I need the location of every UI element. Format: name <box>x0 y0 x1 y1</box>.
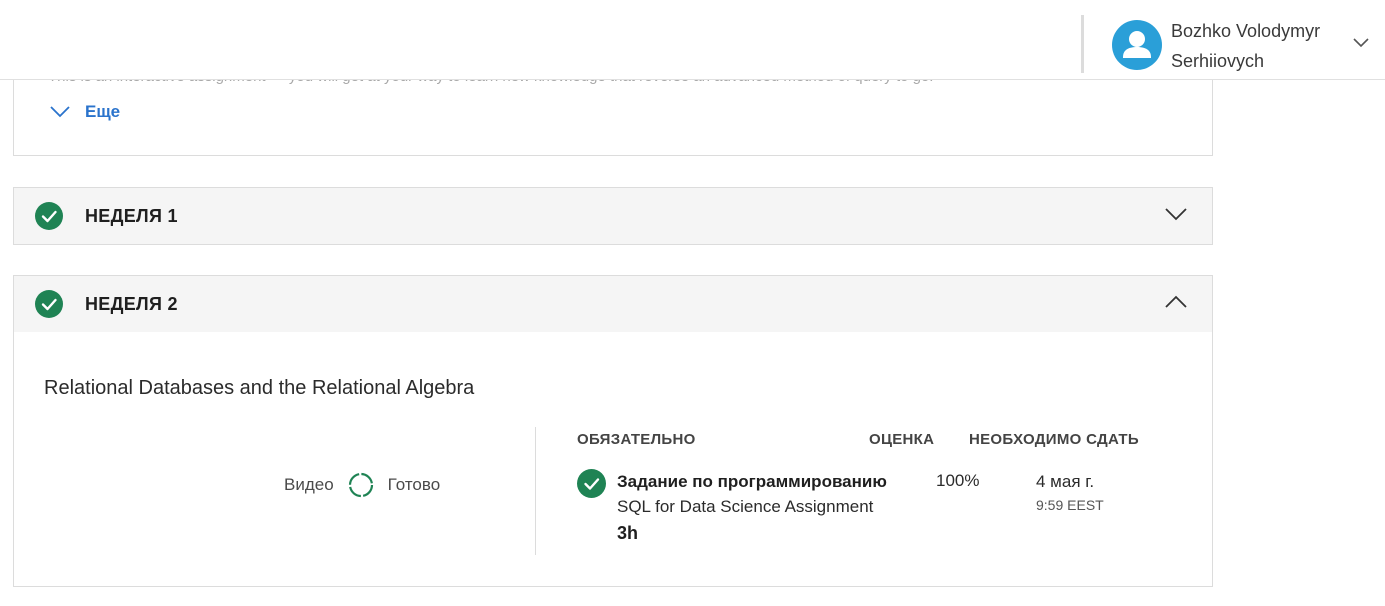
progress-left-label: Видео <box>284 475 334 494</box>
user-name[interactable]: Bozhko Volodymyr Serhiiovych <box>1171 16 1341 76</box>
assignment-name[interactable]: SQL for Data Science Assignment <box>617 497 873 517</box>
assignment-duration: 3h <box>617 523 639 543</box>
check-circle-icon <box>577 469 606 498</box>
show-more-label[interactable]: Еще <box>85 102 120 122</box>
week-1-header[interactable]: НЕДЕЛЯ 1 <box>14 188 1212 244</box>
week-1-section: НЕДЕЛЯ 1 <box>13 187 1213 245</box>
week-2-title[interactable]: НЕДЕЛЯ 2 <box>85 294 178 315</box>
week-2-header[interactable]: НЕДЕЛЯ 2 <box>14 276 1212 332</box>
top-header: Bozhko Volodymyr Serhiiovych <box>0 0 1385 80</box>
lesson-progress: Видео Готово <box>284 472 440 498</box>
assignment-type[interactable]: Задание по программированию <box>617 472 887 492</box>
week-2-section: НЕДЕЛЯ 2 Relational Databases and the Re… <box>13 275 1213 587</box>
week-2-body: Relational Databases and the Relational … <box>14 332 1212 586</box>
chevron-down-icon <box>50 106 70 118</box>
assignment-grade: 100% <box>936 471 980 490</box>
assignment-due-time: 9:59 EEST <box>1036 497 1104 513</box>
avatar[interactable] <box>1112 20 1162 70</box>
column-header-required: ОБЯЗАТЕЛЬНО <box>577 431 696 448</box>
week-1-title[interactable]: НЕДЕЛЯ 1 <box>85 206 178 227</box>
show-more-link[interactable]: Еще <box>49 101 120 123</box>
column-header-due: НЕОБХОДИМО СДАТЬ <box>969 431 1139 448</box>
column-header-grade: ОЦЕНКА <box>869 431 935 448</box>
progress-ring-icon <box>348 472 373 498</box>
chevron-down-icon[interactable] <box>1353 38 1369 48</box>
check-circle-icon <box>35 202 63 230</box>
chevron-down-icon[interactable] <box>1164 206 1188 222</box>
header-divider <box>1081 15 1084 73</box>
progress-right-label: Готово <box>387 475 441 494</box>
assignment-due-date: 4 мая г. <box>1036 472 1095 491</box>
check-circle-icon <box>35 290 63 318</box>
lesson-title[interactable]: Relational Databases and the Relational … <box>44 377 474 400</box>
user-menu[interactable]: Bozhko Volodymyr Serhiiovych <box>1112 16 1372 76</box>
user-icon <box>1123 31 1151 58</box>
chevron-up-icon[interactable] <box>1164 294 1188 310</box>
column-divider <box>535 427 536 555</box>
